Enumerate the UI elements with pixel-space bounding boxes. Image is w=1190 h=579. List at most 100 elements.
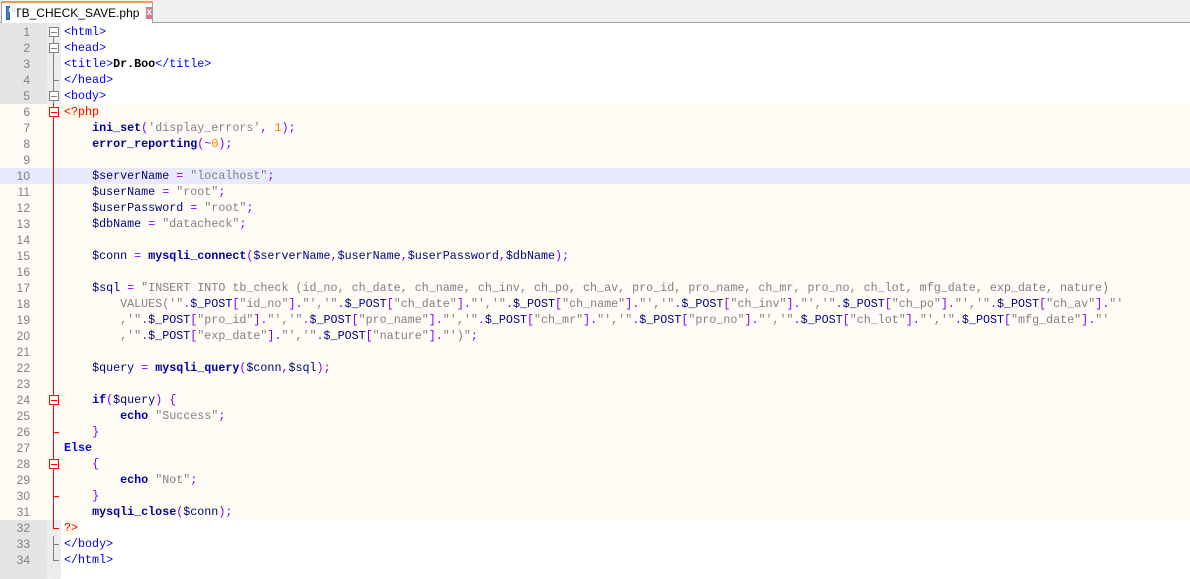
- code-line[interactable]: 8 error_reporting(~0);: [0, 136, 1190, 152]
- fold-marker: [47, 472, 61, 488]
- html-tag: <body>: [64, 89, 107, 103]
- code-text: {: [64, 456, 99, 472]
- fold-marker: [47, 216, 61, 232]
- html-text: Dr.Boo: [113, 57, 156, 71]
- saved-file-icon: [6, 6, 18, 20]
- variable: $_POST: [148, 329, 191, 343]
- string-literal: "','": [281, 329, 317, 343]
- fold-toggle-icon[interactable]: [49, 27, 59, 37]
- code-line[interactable]: 15 $conn = mysqli_connect($serverName,$u…: [0, 248, 1190, 264]
- line-number: 21: [16, 345, 30, 359]
- code-line[interactable]: 19 ,'".$_POST["pro_id"]."','".$_POST["pr…: [0, 312, 1190, 328]
- operator: ;: [288, 121, 296, 135]
- line-number: 28: [16, 457, 30, 471]
- code-line[interactable]: 31 mysqli_close($conn);: [0, 504, 1190, 520]
- string-literal: "ch_av": [1046, 297, 1096, 311]
- code-line[interactable]: 24 if($query) {: [0, 392, 1190, 408]
- code-line[interactable]: 22 $query = mysqli_query($conn,$sql);: [0, 360, 1190, 376]
- identifier: echo: [120, 409, 149, 423]
- fold-marker: [47, 504, 61, 520]
- fold-marker: [47, 56, 61, 72]
- code-line[interactable]: 12 $userPassword = "root";: [0, 200, 1190, 216]
- variable: $sql: [92, 281, 121, 295]
- code-line[interactable]: 34 </html>: [0, 552, 1190, 568]
- code-text: ini_set('display_errors', 1);: [64, 120, 295, 136]
- code-line[interactable]: 16: [0, 264, 1190, 280]
- code-line[interactable]: 10 $serverName = "localhost";: [0, 168, 1190, 184]
- code-line[interactable]: 5 <body>: [0, 88, 1190, 104]
- operator: .: [505, 297, 513, 311]
- tab-tb-check-save[interactable]: TB_CHECK_SAVE.php x: [1, 1, 153, 23]
- code-line[interactable]: 30 }: [0, 488, 1190, 504]
- operator: ]: [786, 297, 794, 311]
- code-line[interactable]: 32 ?>: [0, 520, 1190, 536]
- code-line[interactable]: 9: [0, 152, 1190, 168]
- code-text: $serverName = "localhost";: [64, 168, 274, 184]
- fold-marker: [47, 376, 61, 392]
- fold-toggle-icon[interactable]: [49, 43, 59, 53]
- code-line[interactable]: 21: [0, 344, 1190, 360]
- string-literal: "','": [470, 297, 506, 311]
- variable: $sql: [288, 361, 317, 375]
- code-line[interactable]: 4 </head>: [0, 72, 1190, 88]
- fold-marker: [47, 360, 61, 376]
- code-line[interactable]: 29 echo "Not";: [0, 472, 1190, 488]
- line-number: 22: [16, 361, 30, 375]
- code-line[interactable]: 26 }: [0, 424, 1190, 440]
- fold-marker: [47, 88, 61, 104]
- code-lines[interactable]: 1 <html> 2 <head> 3 <title>Dr.Boo</title> 4 </h…: [0, 24, 1190, 568]
- code-line[interactable]: 3 <title>Dr.Boo</title>: [0, 56, 1190, 72]
- code-line[interactable]: 14: [0, 232, 1190, 248]
- code-line[interactable]: 2 <head>: [0, 40, 1190, 56]
- operator: ]: [905, 313, 913, 327]
- code-text: <title>Dr.Boo</title>: [64, 56, 211, 72]
- code-editor[interactable]: 1 <html> 2 <head> 3 <title>Dr.Boo</title> 4 </h…: [0, 23, 1190, 579]
- operator: .: [295, 297, 303, 311]
- operator: ): [316, 361, 324, 375]
- fold-toggle-icon[interactable]: [49, 459, 59, 469]
- identifier: mysqli_query: [155, 361, 240, 375]
- code-line[interactable]: 13 $dbName = "datacheck";: [0, 216, 1190, 232]
- line-number: 9: [23, 153, 30, 167]
- line-number: 6: [23, 105, 30, 119]
- fold-marker: [47, 280, 61, 296]
- string-literal: "pro_name": [358, 313, 429, 327]
- variable: $conn: [92, 249, 128, 263]
- string-literal: "mfg_date": [1011, 313, 1082, 327]
- variable: $_POST: [639, 313, 682, 327]
- code-text: <head>: [64, 40, 106, 56]
- identifier: ini_set: [92, 121, 142, 135]
- string-literal: "','": [267, 313, 303, 327]
- line-number: 30: [16, 489, 30, 503]
- code-line[interactable]: 33 </body>: [0, 536, 1190, 552]
- line-number: 14: [16, 233, 30, 247]
- line-number: 13: [16, 217, 30, 231]
- operator: [: [555, 297, 563, 311]
- code-line[interactable]: 23: [0, 376, 1190, 392]
- fold-toggle-icon[interactable]: [49, 395, 59, 405]
- variable: $_POST: [484, 313, 527, 327]
- line-number: 20: [16, 329, 30, 343]
- variable: $query: [92, 361, 135, 375]
- code-text: mysqli_close($conn);: [64, 504, 232, 520]
- code-line[interactable]: 20 ,'".$_POST["exp_date"]."','".$_POST["…: [0, 328, 1190, 344]
- code-line[interactable]: 11 $userName = "root";: [0, 184, 1190, 200]
- fold-toggle-icon[interactable]: [49, 91, 59, 101]
- html-tag: <head>: [64, 41, 107, 55]
- variable: $_POST: [681, 297, 724, 311]
- operator: ;: [246, 201, 254, 215]
- code-line[interactable]: 17 $sql = "INSERT INTO tb_check (id_no, …: [0, 280, 1190, 296]
- fold-toggle-icon[interactable]: [49, 107, 59, 117]
- operator: .: [835, 297, 843, 311]
- operator: [: [365, 329, 373, 343]
- code-line[interactable]: 27 Else: [0, 440, 1190, 456]
- code-line[interactable]: 18 VALUES('".$_POST["id_no"]."','".$_POS…: [0, 296, 1190, 312]
- code-line[interactable]: 6 <?php: [0, 104, 1190, 120]
- code-line[interactable]: 25 echo "Success";: [0, 408, 1190, 424]
- code-line[interactable]: 7 ini_set('display_errors', 1);: [0, 120, 1190, 136]
- close-tab-icon[interactable]: x: [146, 7, 152, 19]
- code-line[interactable]: 1 <html>: [0, 24, 1190, 48]
- code-line[interactable]: 28 {: [0, 456, 1190, 472]
- operator: [: [842, 313, 850, 327]
- fold-marker: [47, 296, 61, 312]
